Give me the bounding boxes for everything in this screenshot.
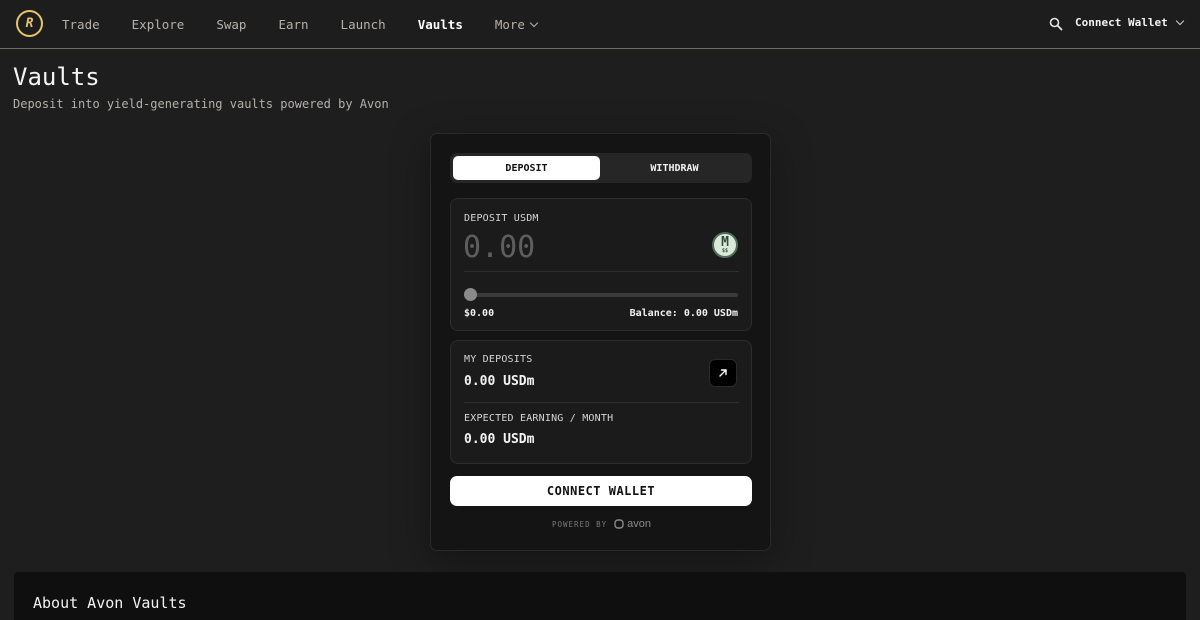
about-section: About Avon Vaults xyxy=(14,572,1186,620)
nav-item-more[interactable]: More xyxy=(494,16,539,32)
expected-earning-value: 0.00 USDm xyxy=(464,432,535,447)
usd-value: $0.00 xyxy=(464,308,495,319)
nav-item-label: Earn xyxy=(278,16,309,32)
nav-item-trade[interactable]: Trade xyxy=(62,17,100,32)
deposit-slider-track[interactable] xyxy=(469,293,738,297)
deposit-amount-input[interactable] xyxy=(463,229,693,265)
my-deposits-label: MY DEPOSITS xyxy=(464,354,533,365)
powered-by-label: POWERED BY xyxy=(551,519,608,529)
expected-earning-label: EXPECTED EARNING / MONTH xyxy=(464,413,614,424)
powered-by: POWERED BY avon xyxy=(431,518,772,530)
search-icon[interactable] xyxy=(1049,17,1063,31)
nav-item-label: Swap xyxy=(216,16,247,32)
app-logo[interactable]: R xyxy=(16,10,43,37)
avon-logo[interactable]: avon xyxy=(614,518,651,530)
deposit-withdraw-tabs: DEPOSIT WITHDRAW xyxy=(450,153,752,183)
main-nav: Trade Explore Swap Earn Launch Vaults Mo… xyxy=(62,0,569,48)
nav-item-label: Launch xyxy=(340,16,386,32)
divider xyxy=(464,271,739,272)
nav-item-explore[interactable]: Explore xyxy=(132,17,185,32)
balance-value: 0.00 USDm xyxy=(683,308,738,319)
avon-brand: avon xyxy=(627,518,651,530)
top-navbar: R Trade Explore Swap Earn Launch Vaults … xyxy=(0,0,1200,49)
nav-item-vaults[interactable]: Vaults xyxy=(418,17,463,32)
nav-item-label: Explore xyxy=(131,16,185,32)
connect-wallet-label: Connect Wallet xyxy=(1075,16,1168,29)
connect-wallet-nav-button[interactable]: Connect Wallet xyxy=(1075,16,1184,29)
page-title: Vaults xyxy=(13,63,100,91)
deposit-label: DEPOSIT USDM xyxy=(464,213,539,224)
vault-card: DEPOSIT WITHDRAW DEPOSIT USDM M $$ $0.00… xyxy=(430,133,771,551)
balance-label: Balance: xyxy=(629,308,678,319)
nav-item-label: Trade xyxy=(62,16,100,32)
tab-deposit[interactable]: DEPOSIT xyxy=(453,156,600,180)
usdm-token-icon: M $$ xyxy=(712,232,738,258)
token-letter: M xyxy=(721,234,729,250)
deposit-slider-thumb[interactable] xyxy=(464,288,477,301)
nav-item-earn[interactable]: Earn xyxy=(278,17,308,32)
deposit-panel: DEPOSIT USDM M $$ $0.00 Balance: 0.00 US… xyxy=(450,198,752,331)
my-deposits-value: 0.00 USDm xyxy=(464,374,535,389)
arrow-up-right-icon xyxy=(719,369,727,377)
logo-letter: R xyxy=(25,16,34,31)
tab-withdraw[interactable]: WITHDRAW xyxy=(601,156,748,180)
stats-panel: MY DEPOSITS 0.00 USDm EXPECTED EARNING /… xyxy=(450,340,752,464)
connect-wallet-button[interactable]: CONNECT WALLET xyxy=(450,476,752,506)
nav-item-label: More xyxy=(494,16,525,32)
about-title: About Avon Vaults xyxy=(33,594,187,612)
chevron-down-icon xyxy=(529,18,539,27)
nav-item-label: Vaults xyxy=(417,16,463,32)
open-deposits-button[interactable] xyxy=(709,359,737,387)
chevron-down-icon xyxy=(1175,16,1184,26)
divider xyxy=(464,402,739,403)
token-sub: $$ xyxy=(721,247,729,254)
nav-item-launch[interactable]: Launch xyxy=(341,17,386,32)
page-subtitle: Deposit into yield-generating vaults pow… xyxy=(13,97,389,111)
balance-display: Balance: 0.00 USDm xyxy=(630,308,738,319)
nav-item-swap[interactable]: Swap xyxy=(216,17,246,32)
avon-mark-icon xyxy=(614,519,624,529)
